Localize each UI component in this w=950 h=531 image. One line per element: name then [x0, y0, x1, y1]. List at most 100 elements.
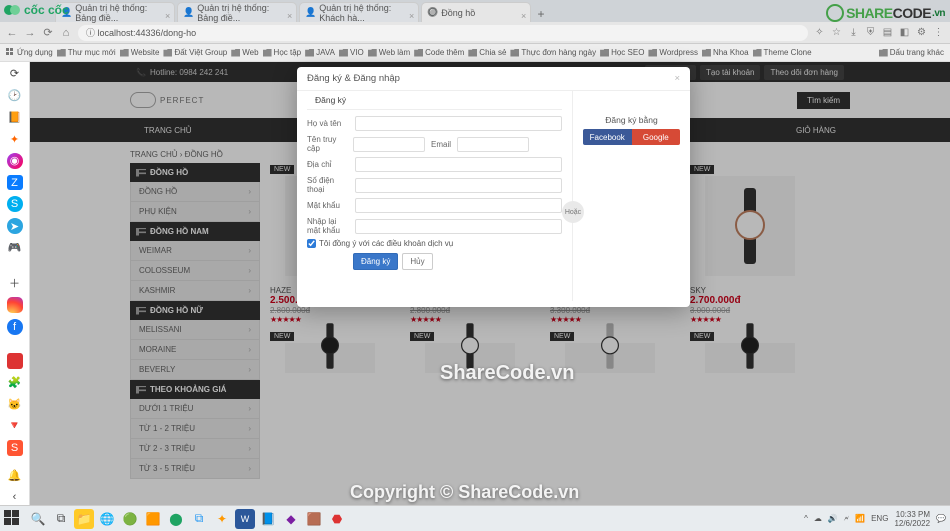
- bookmark-item[interactable]: Theme Clone: [753, 48, 812, 57]
- tray-volume-icon[interactable]: 🔊: [828, 514, 838, 523]
- taskbar-app[interactable]: ⬣: [327, 509, 347, 529]
- bookmark-item[interactable]: Web làm: [368, 48, 410, 57]
- qr-icon[interactable]: ▤: [882, 27, 893, 38]
- star-icon[interactable]: ☆: [831, 27, 842, 38]
- taskbar-taskview-icon[interactable]: ⧉: [51, 509, 71, 529]
- taskbar-app-coccoc[interactable]: ⬤: [166, 509, 186, 529]
- menu-icon[interactable]: ⋮: [933, 27, 944, 38]
- terms-checkbox[interactable]: [307, 239, 316, 248]
- sidebar-ic-messenger[interactable]: ◉: [7, 153, 23, 169]
- taskbar-app-vscode[interactable]: ⧉: [189, 509, 209, 529]
- taskbar-app-chrome[interactable]: 🟢: [120, 509, 140, 529]
- taskbar-app[interactable]: 📁: [74, 509, 94, 529]
- taskbar-app-vs[interactable]: ◆: [281, 509, 301, 529]
- bookmark-item[interactable]: Thực đơn hàng ngày: [510, 48, 596, 57]
- submit-button[interactable]: Đăng ký: [353, 253, 398, 270]
- sidebar-ic-shopee[interactable]: S: [7, 440, 23, 456]
- tray-battery-icon[interactable]: 🗲: [844, 514, 849, 524]
- bookmark-item[interactable]: Web: [231, 48, 258, 57]
- close-icon[interactable]: ×: [165, 11, 169, 15]
- left-sidebar-os: ⟳ 🕑 📙 ✦ ◉ Z S ➤ 🎮 ＋ f 🧩 🐱 🔻 S 🔔 ‹: [0, 62, 30, 505]
- taskbar-search-icon[interactable]: 🔍: [28, 509, 48, 529]
- email-input[interactable]: [457, 137, 529, 152]
- vpn-icon[interactable]: ⛨: [865, 27, 876, 38]
- taskbar-app[interactable]: 🟧: [143, 509, 163, 529]
- bookmark-item[interactable]: Đất Việt Group: [163, 48, 227, 57]
- sidebar-ic[interactable]: 🔻: [7, 418, 23, 434]
- sidebar-ic-zalo[interactable]: Z: [7, 175, 23, 191]
- sidebar-ic[interactable]: 🧩: [7, 375, 23, 391]
- sidebar-collapse-icon[interactable]: ‹: [7, 489, 23, 505]
- bookmark-item[interactable]: Học tập: [263, 48, 302, 57]
- label-password2: Nhập lại mật khẩu: [307, 217, 349, 235]
- home-icon[interactable]: ⌂: [60, 27, 72, 39]
- sidebar-ic[interactable]: 🕑: [7, 88, 23, 104]
- cancel-button[interactable]: Hủy: [402, 253, 432, 270]
- profile-icon[interactable]: ⚙: [916, 27, 927, 38]
- google-button[interactable]: Google: [632, 129, 681, 145]
- download-icon[interactable]: ⤓: [848, 27, 859, 38]
- sidebar-ic-skype[interactable]: S: [7, 196, 23, 212]
- bookmark-item[interactable]: JAVA: [305, 48, 335, 57]
- bookmark-other[interactable]: Dấu trang khác: [879, 48, 944, 57]
- bookmark-item[interactable]: Nha Khoa: [702, 48, 749, 57]
- bookmark-item[interactable]: Thư mục mới: [57, 48, 116, 57]
- tray-notifications-icon[interactable]: 💬: [936, 514, 946, 523]
- facebook-button[interactable]: Facebook: [583, 129, 632, 145]
- phone-input[interactable]: [355, 178, 562, 193]
- browser-tab[interactable]: 👤Quản trị hệ thống: Bảng điề...×: [55, 2, 175, 22]
- reload-icon[interactable]: ⟳: [42, 27, 54, 39]
- bookmarks-bar: Ứng dụng Thư mục mới Website Đất Việt Gr…: [0, 44, 950, 62]
- sidebar-ic[interactable]: ⟳: [7, 66, 23, 82]
- tab-register[interactable]: Đăng ký: [307, 91, 354, 109]
- sidebar-ic-fb[interactable]: f: [7, 319, 23, 335]
- sidebar-ic[interactable]: 📙: [7, 109, 23, 125]
- close-icon[interactable]: ×: [409, 11, 413, 15]
- sidebar-bell-icon[interactable]: 🔔: [7, 468, 23, 484]
- close-icon[interactable]: ×: [674, 73, 680, 84]
- sidebar-ic[interactable]: 🐱: [7, 396, 23, 412]
- taskbar-app-edge[interactable]: 🌐: [97, 509, 117, 529]
- fullname-input[interactable]: [355, 116, 562, 131]
- bookmark-item[interactable]: Chia sẻ: [468, 48, 506, 57]
- label-password: Mật khẩu: [307, 201, 349, 210]
- new-tab-button[interactable]: +: [533, 6, 549, 22]
- password2-input[interactable]: [355, 219, 562, 234]
- taskbar-app[interactable]: 📘: [258, 509, 278, 529]
- tray-lang[interactable]: ENG: [871, 514, 888, 523]
- share-icon[interactable]: ✧: [814, 27, 825, 38]
- back-icon[interactable]: ←: [6, 27, 18, 39]
- terms-label: Tôi đồng ý với các điều khoản dịch vụ: [319, 239, 453, 248]
- bookmark-item[interactable]: VIO: [339, 48, 364, 57]
- sidebar-ic-game[interactable]: 🎮: [7, 240, 23, 256]
- ext-icon[interactable]: ◧: [899, 27, 910, 38]
- label-address: Địa chỉ: [307, 160, 349, 169]
- bookmark-item[interactable]: Code thêm: [414, 48, 464, 57]
- close-icon[interactable]: ×: [521, 11, 525, 15]
- tray-wifi-icon[interactable]: 📶: [855, 514, 865, 523]
- username-input[interactable]: [353, 137, 425, 152]
- close-icon[interactable]: ×: [287, 11, 291, 15]
- browser-tab-active[interactable]: 🔘Đồng hồ×: [421, 2, 531, 22]
- address-input[interactable]: [355, 157, 562, 172]
- sidebar-ic-telegram[interactable]: ➤: [7, 218, 23, 234]
- address-bar[interactable]: ⓘ localhost:44336/dong-ho: [78, 25, 808, 41]
- password-input[interactable]: [355, 198, 562, 213]
- browser-tab[interactable]: 👤Quản trị hệ thống: Khách hà...×: [299, 2, 419, 22]
- sidebar-ic-ig[interactable]: [7, 297, 23, 313]
- tray-expand-icon[interactable]: ^: [804, 514, 808, 523]
- bookmark-item[interactable]: Website: [120, 48, 160, 57]
- sidebar-ic[interactable]: [7, 353, 23, 369]
- bookmark-item[interactable]: Wordpress: [648, 48, 698, 57]
- bookmark-apps[interactable]: Ứng dụng: [6, 48, 53, 57]
- bookmark-item[interactable]: Học SEO: [600, 48, 644, 57]
- forward-icon[interactable]: →: [24, 27, 36, 39]
- taskbar-app[interactable]: 🟫: [304, 509, 324, 529]
- sidebar-add-icon[interactable]: ＋: [7, 275, 23, 291]
- taskbar-app[interactable]: ✦: [212, 509, 232, 529]
- tray-clock[interactable]: 10:33 PM 12/6/2022: [894, 510, 930, 528]
- taskbar-app-word[interactable]: W: [235, 509, 255, 529]
- start-button[interactable]: [4, 510, 22, 528]
- sidebar-ic[interactable]: ✦: [7, 131, 23, 147]
- browser-tab[interactable]: 👤Quản trị hệ thống: Bảng điề...×: [177, 2, 297, 22]
